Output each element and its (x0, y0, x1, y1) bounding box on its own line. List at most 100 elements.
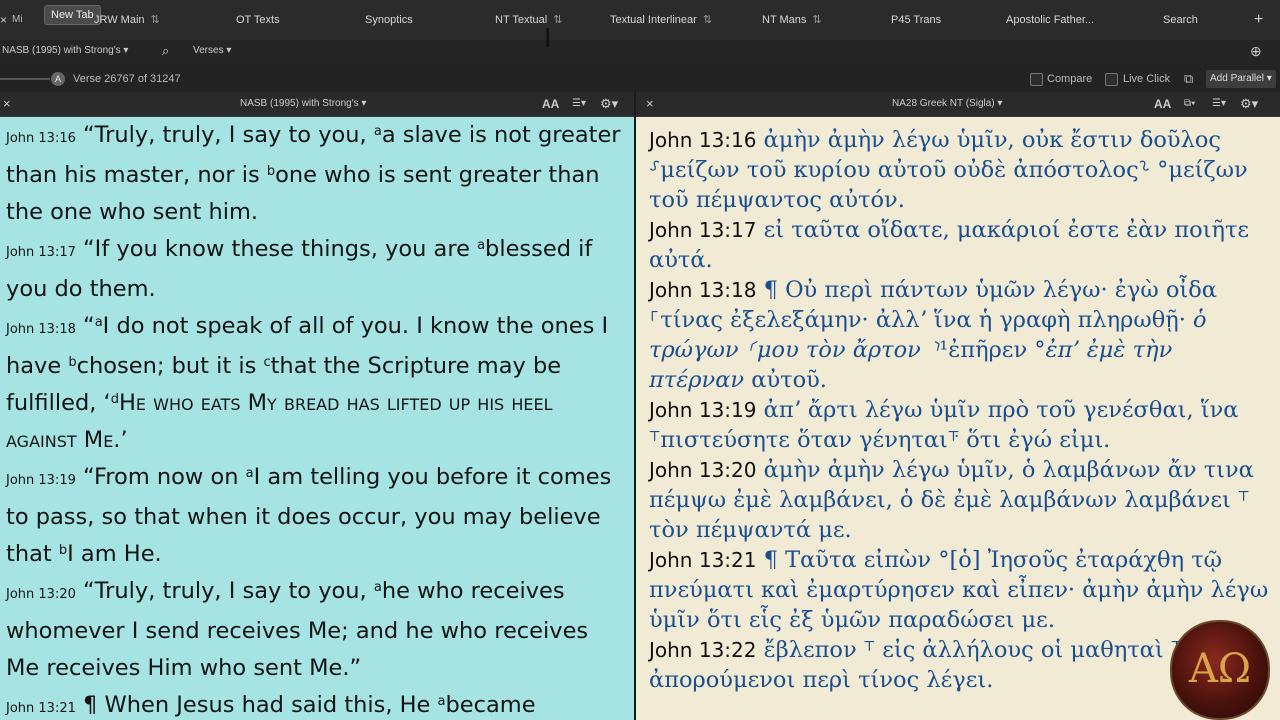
verse-ref[interactable]: John 13:19 (6, 473, 76, 488)
greek-text-pane: John 13:16 ἀμὴν ἀμὴν λέγω ὑμῖν, οὐκ ἔστι… (636, 117, 1280, 720)
close-pane-icon[interactable]: × (646, 92, 654, 116)
tab-synoptics[interactable]: Synoptics (365, 0, 413, 40)
verse-ref[interactable]: John 13:20 (649, 458, 756, 482)
verse-ref[interactable]: John 13:21 (649, 548, 756, 572)
tab-jrw-main[interactable]: JRW Main ⇅ (94, 0, 160, 40)
pane-title-label: NA28 Greek NT (Sigla) (892, 98, 995, 109)
footnote-marker[interactable]: b (267, 164, 275, 179)
tab-nt-mans[interactable]: NT Mans ⇅ (762, 0, 822, 40)
tab-p45-trans[interactable]: P45 Trans (891, 0, 941, 40)
tab-label: NT Textual (495, 14, 548, 26)
verse-text: ¶ When Jesus had said this, He (75, 692, 438, 718)
text-cursor-icon: Ι (544, 24, 552, 54)
left-pane-title[interactable]: NASB (1995) with Strong's ▾ (240, 92, 366, 116)
verse-text: I am He. (67, 541, 162, 567)
font-size-button[interactable]: AA (1154, 92, 1171, 116)
tab-nt-textual[interactable]: NT Textual ⇅ (495, 0, 562, 40)
verse-ref[interactable]: John 13:20 (6, 587, 76, 602)
list-icon[interactable]: ☰▾ (572, 92, 586, 116)
verse-text: ’ (120, 427, 128, 453)
verse-john-13-17: John 13:17 “If you know these things, yo… (0, 231, 634, 308)
tab-label: Synoptics (365, 14, 413, 26)
right-pane-title[interactable]: NA28 Greek NT (Sigla) ▾ (892, 92, 1002, 116)
footnote-marker[interactable]: b (59, 543, 67, 558)
verse-john-13-17: John 13:17 εἰ ταῦτα οἴδατε, μακάριοί ἐστ… (636, 215, 1280, 275)
chevron-down-icon: ▾ (123, 45, 129, 56)
add-circle-icon[interactable]: ⊕ (1250, 40, 1262, 66)
verse-john-13-21: John 13:21 ¶ When Jesus had said this, H… (0, 687, 634, 720)
live-click-checkbox[interactable] (1105, 73, 1118, 86)
tab-label: Textual Interlinear (610, 14, 697, 26)
verse-text: chosen; but it is (76, 353, 264, 379)
add-parallel-label: Add Parallel (1210, 73, 1264, 84)
tab-textual-interlinear[interactable]: Textual Interlinear ⇅ (610, 0, 712, 40)
tab-label: Search (1163, 14, 1198, 26)
sort-icon[interactable]: ⇅ (553, 14, 562, 26)
tab-label: JRW Main (94, 14, 145, 26)
footnote-marker[interactable]: a (438, 694, 446, 709)
verse-john-13-18: John 13:18 “aI do not speak of all of yo… (0, 308, 634, 459)
gear-icon[interactable]: ⚙▾ (1240, 92, 1258, 116)
verse-ref[interactable]: John 13:16 (6, 131, 76, 146)
footnote-marker[interactable]: a (95, 315, 103, 330)
pane-title-label: NASB (1995) with Strong's (240, 98, 359, 109)
compare-checkbox[interactable] (1030, 73, 1043, 86)
verse-text: “From now on (75, 464, 246, 490)
tab-search[interactable]: Search (1163, 0, 1198, 40)
sort-icon[interactable]: ⇅ (812, 14, 821, 26)
verse-ref[interactable]: John 13:17 (6, 245, 76, 260)
sort-icon[interactable]: ⇅ (703, 14, 712, 26)
nasb-text-pane: John 13:16 “Truly, truly, I say to you, … (0, 117, 634, 720)
verse-ref[interactable]: John 13:22 (649, 638, 756, 662)
right-pane-header: × NA28 Greek NT (Sigla) ▾ AA ⧉▾ ☰▾ ⚙▾ (636, 92, 1280, 117)
verse-slider[interactable] (0, 78, 50, 80)
verse-ref[interactable]: John 13:21 (6, 701, 76, 716)
verse-text: “ (75, 313, 95, 339)
verse-text: αὐτοῦ. (744, 367, 827, 393)
tab-ot-texts[interactable]: OT Texts (236, 0, 280, 40)
footnote-marker[interactable]: c (263, 355, 270, 370)
tab-bar: × Mi New Tab JRW Main ⇅ OT Texts Synoptic… (0, 0, 1280, 41)
verse-john-13-20: John 13:20 “Truly, truly, I say to you, … (0, 573, 634, 687)
tab-apostolic-fathers[interactable]: Apostolic Father... (1006, 0, 1094, 40)
footnote-marker[interactable]: a (374, 580, 382, 595)
verse-john-13-20: John 13:20 ἀμὴν ἀμὴν λέγω ὑμῖν, ὁ λαμβάν… (636, 455, 1280, 545)
add-tab-icon[interactable]: + (1254, 0, 1263, 40)
footnote-marker[interactable]: a (477, 238, 485, 253)
verse-ref[interactable]: John 13:18 (649, 278, 756, 302)
verse-ref[interactable]: John 13:17 (649, 218, 756, 242)
close-pane-icon[interactable]: × (3, 92, 11, 116)
gear-icon[interactable]: ⚙▾ (600, 92, 618, 116)
search-icon[interactable]: ⌕ (162, 40, 169, 66)
window-icon[interactable]: ⧉ (1184, 66, 1193, 92)
status-bar: A Verse 26767 of 31247 Compare Live Clic… (0, 66, 1280, 92)
live-click-label: Live Click (1123, 73, 1171, 85)
new-tab-tooltip: New Tab (44, 5, 101, 25)
verse-text: ¹ἐπῆρεν ° (939, 337, 1046, 363)
tab-label: Apostolic Father... (1006, 14, 1095, 26)
copy-icon[interactable]: ⧉▾ (1184, 92, 1195, 116)
verse-ref[interactable]: John 13:19 (649, 398, 756, 422)
footnote-marker[interactable]: d (111, 392, 119, 407)
verse-ref[interactable]: John 13:16 (649, 128, 756, 152)
verse-ref[interactable]: John 13:18 (6, 322, 76, 337)
compare-label: Compare (1047, 73, 1093, 85)
font-size-button[interactable]: AA (542, 92, 559, 116)
version-selector[interactable]: NASB (1995) with Strong's ▾ (2, 40, 128, 66)
mini-tab-label[interactable]: Mi (12, 0, 23, 40)
add-parallel-button[interactable]: Add Parallel ▾ (1206, 70, 1276, 88)
mode-selector[interactable]: Verses ▾ (193, 40, 231, 66)
close-icon[interactable]: × (0, 0, 7, 40)
verse-john-13-19: John 13:19 ἀπʼ ἄρτι λέγω ὑμῖν πρὸ τοῦ γε… (636, 395, 1280, 455)
footnote-marker[interactable]: a (374, 124, 382, 139)
tab-label: NT Mans (762, 14, 807, 26)
tab-label: P45 Trans (891, 14, 942, 26)
footnote-marker[interactable]: a (246, 466, 254, 481)
verse-text: “Truly, truly, I say to you, (75, 122, 374, 148)
version-label: NASB (1995) with Strong's (2, 45, 121, 56)
footnote-marker[interactable]: b (68, 355, 76, 370)
sort-icon[interactable]: ⇅ (151, 14, 160, 26)
tab-label: OT Texts (236, 14, 280, 26)
list-icon[interactable]: ☰▾ (1212, 92, 1226, 116)
left-pane-header: × NASB (1995) with Strong's ▾ AA ☰▾ ⚙▾ (0, 92, 634, 117)
